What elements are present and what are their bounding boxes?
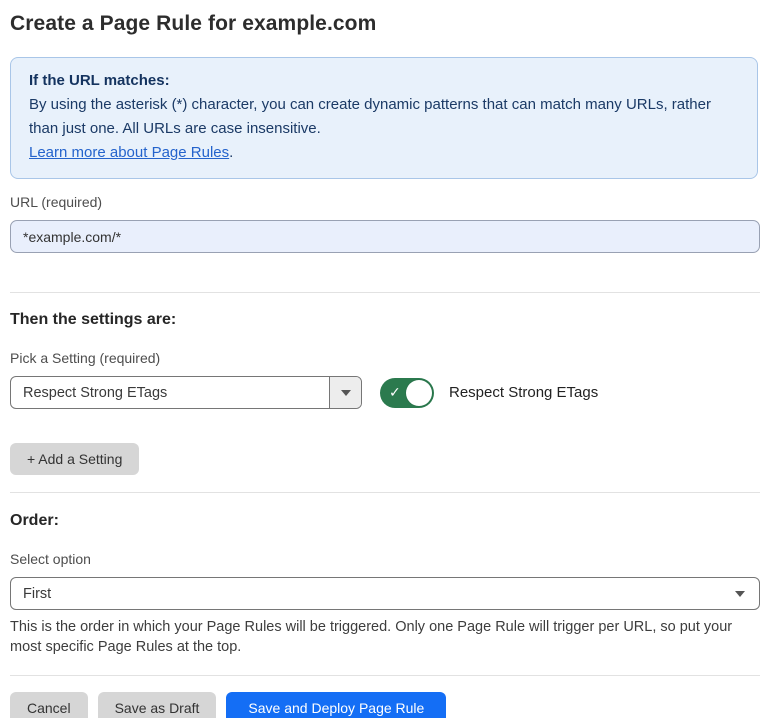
save-and-deploy-button[interactable]: Save and Deploy Page Rule (226, 692, 446, 718)
footer-actions: Cancel Save as Draft Save and Deploy Pag… (10, 692, 760, 718)
cancel-button[interactable]: Cancel (10, 692, 88, 718)
add-setting-button[interactable]: + Add a Setting (10, 443, 139, 475)
create-page-rule-form: Create a Page Rule for example.com If th… (0, 0, 769, 718)
order-help-text: This is the order in which your Page Rul… (10, 617, 760, 657)
order-select-value: First (23, 586, 51, 602)
url-field-label: URL (required) (10, 194, 760, 210)
check-icon: ✓ (389, 384, 401, 401)
url-input[interactable] (10, 220, 760, 253)
info-box-heading: If the URL matches: (29, 69, 739, 93)
setting-dropdown-arrow-button[interactable] (329, 377, 361, 408)
chevron-down-icon (735, 591, 745, 597)
toggle-label: Respect Strong ETags (449, 384, 598, 401)
info-box-link-line: Learn more about Page Rules. (29, 141, 739, 165)
divider (10, 675, 760, 676)
divider (10, 292, 760, 293)
setting-dropdown-value: Respect Strong ETags (11, 377, 329, 408)
divider (10, 492, 760, 493)
page-title: Create a Page Rule for example.com (10, 12, 760, 36)
order-select[interactable]: First (10, 577, 760, 610)
save-as-draft-button[interactable]: Save as Draft (98, 692, 217, 718)
toggle-knob (406, 380, 432, 406)
setting-row: Respect Strong ETags ✓ Respect Strong ET… (10, 376, 760, 409)
order-select-label: Select option (10, 551, 760, 567)
info-box-body: By using the asterisk (*) character, you… (29, 93, 739, 141)
link-period: . (229, 144, 233, 161)
settings-section-heading: Then the settings are: (10, 311, 760, 329)
setting-picker-label: Pick a Setting (required) (10, 350, 760, 366)
url-match-info-box: If the URL matches: By using the asteris… (10, 57, 758, 179)
setting-dropdown[interactable]: Respect Strong ETags (10, 376, 362, 409)
order-section-heading: Order: (10, 512, 760, 530)
learn-more-link[interactable]: Learn more about Page Rules (29, 144, 229, 161)
chevron-down-icon (341, 390, 351, 396)
respect-strong-etags-toggle[interactable]: ✓ (380, 378, 434, 408)
